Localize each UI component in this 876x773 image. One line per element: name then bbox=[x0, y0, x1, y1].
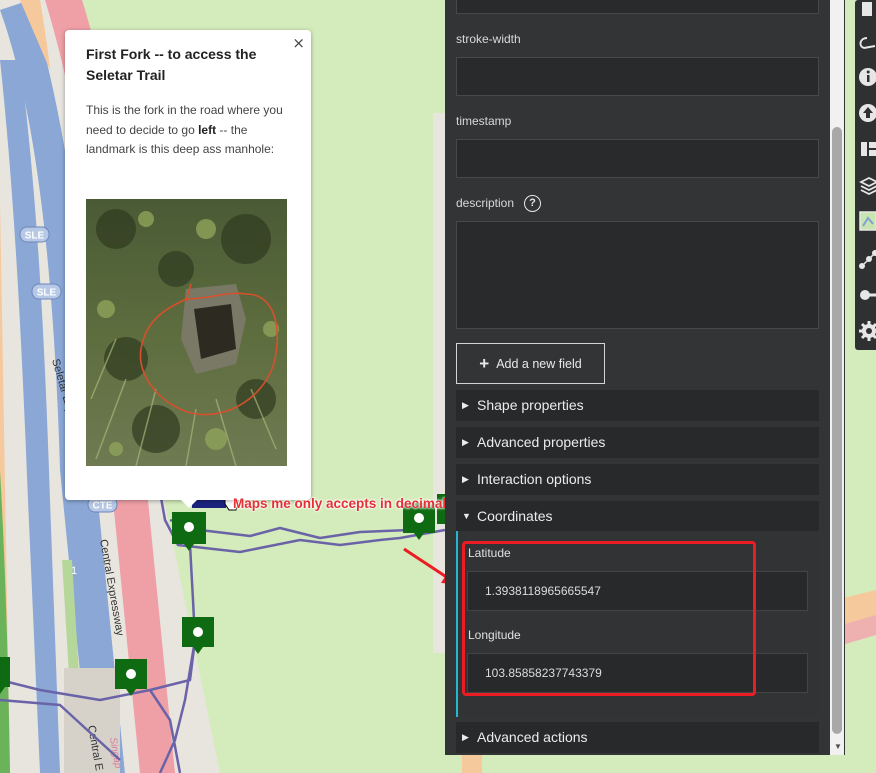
triangle-right-icon: ▶ bbox=[462, 732, 469, 742]
sle-badge-1: SLE bbox=[19, 226, 50, 243]
route-icon[interactable] bbox=[855, 244, 876, 274]
field-input-prev[interactable] bbox=[456, 0, 819, 14]
popup-text-bold: left bbox=[198, 122, 217, 137]
sle-badge-2: SLE bbox=[31, 283, 62, 300]
field-label-description: description bbox=[456, 196, 515, 210]
annotation-text: Maps me only accepts in decimals bbox=[233, 496, 454, 511]
layout-icon[interactable] bbox=[855, 134, 876, 164]
section-label: Advanced properties bbox=[477, 434, 606, 450]
lane-number-label: 1 bbox=[71, 565, 77, 577]
add-field-button[interactable]: + Add a new field bbox=[456, 343, 605, 384]
field-label-timestamp: timestamp bbox=[456, 114, 512, 128]
section-interaction-options[interactable]: ▶ Interaction options bbox=[456, 464, 819, 495]
section-shape-properties[interactable]: ▶ Shape properties bbox=[456, 390, 819, 421]
timestamp-input[interactable] bbox=[456, 139, 819, 178]
plus-icon: + bbox=[479, 353, 490, 373]
upload-icon[interactable] bbox=[855, 98, 876, 128]
popup-title: First Fork -- to access the Seletar Trai… bbox=[86, 46, 257, 83]
description-textarea[interactable] bbox=[456, 221, 819, 329]
add-field-label: Add a new field bbox=[496, 356, 582, 371]
panel-scrollbar-thumb[interactable] bbox=[832, 127, 842, 734]
popup-tip bbox=[178, 497, 200, 508]
settings-icon[interactable] bbox=[855, 316, 876, 346]
line-icon[interactable] bbox=[855, 28, 876, 58]
triangle-right-icon: ▶ bbox=[462, 400, 469, 410]
triangle-right-icon: ▶ bbox=[462, 437, 469, 447]
layers-icon[interactable] bbox=[855, 170, 876, 200]
marker-popup: × First Fork -- to access the Seletar Tr… bbox=[65, 30, 311, 500]
triangle-right-icon: ▶ bbox=[462, 474, 469, 484]
scroll-down-arrow-icon[interactable]: ▼ bbox=[834, 742, 842, 751]
field-label-stroke-width: stroke-width bbox=[456, 32, 521, 46]
stroke-width-input[interactable] bbox=[456, 57, 819, 96]
map-tiles-icon[interactable] bbox=[855, 206, 876, 236]
popup-text-part: This is the fork in the road where you n… bbox=[86, 103, 283, 137]
section-coordinates[interactable]: ▼ Coordinates bbox=[456, 501, 819, 531]
section-label: Shape properties bbox=[477, 397, 584, 413]
info-icon[interactable] bbox=[855, 62, 876, 92]
popup-close-button[interactable]: × bbox=[292, 34, 305, 52]
svg-text:SLE: SLE bbox=[25, 231, 45, 242]
svg-text:SLE: SLE bbox=[37, 288, 57, 299]
section-label: Interaction options bbox=[477, 471, 592, 487]
map-toolbar bbox=[855, 0, 876, 350]
draw-icon[interactable] bbox=[855, 0, 876, 30]
manhole-photo bbox=[86, 199, 287, 466]
coordinates-accent-bar bbox=[456, 531, 458, 717]
annotation-highlight-box bbox=[462, 541, 756, 696]
section-label: Advanced actions bbox=[477, 729, 588, 745]
section-label: Coordinates bbox=[477, 508, 553, 524]
key-icon[interactable] bbox=[855, 280, 876, 310]
section-advanced-properties[interactable]: ▶ Advanced properties bbox=[456, 427, 819, 458]
svg-text:CTE: CTE bbox=[93, 501, 113, 512]
triangle-down-icon: ▼ bbox=[462, 511, 471, 521]
section-advanced-actions[interactable]: ▶ Advanced actions bbox=[456, 722, 819, 753]
popup-description: This is the fork in the road where you n… bbox=[86, 101, 296, 160]
question-mark-icon[interactable]: ? bbox=[524, 195, 541, 212]
